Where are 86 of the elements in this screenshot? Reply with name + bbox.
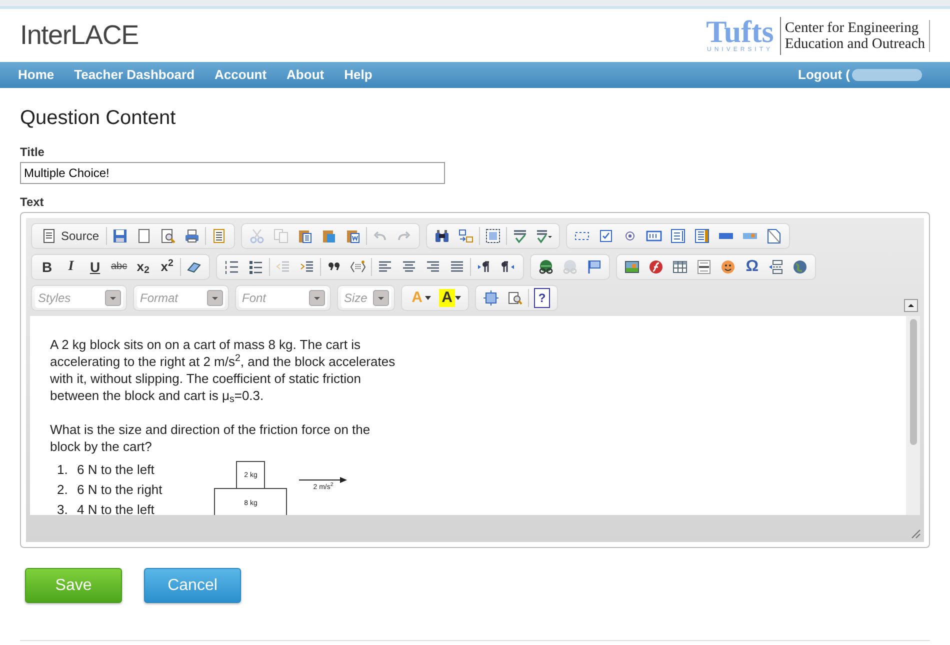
clipboard-icon[interactable]: [297, 228, 314, 244]
logo-wordmark: Tufts: [706, 18, 774, 46]
nav-link[interactable]: Help: [334, 65, 382, 85]
page-heading: Question Content: [20, 106, 177, 130]
title-input[interactable]: Multiple Choice!: [20, 162, 445, 184]
toolbar-dropdown[interactable]: Font: [239, 288, 327, 308]
special-character-button[interactable]: Ω: [744, 258, 760, 276]
arrow-icon: [299, 477, 348, 483]
choice-number: 3.: [57, 501, 69, 515]
smiley-icon[interactable]: [720, 259, 736, 275]
table-icon[interactable]: [672, 259, 688, 275]
toolbar-dropdown[interactable]: Styles: [35, 288, 123, 308]
bold-button[interactable]: B: [39, 258, 55, 276]
strikethrough-button[interactable]: abc: [111, 258, 128, 276]
show-blocks-icon[interactable]: [507, 290, 523, 306]
right-to-left-icon[interactable]: [500, 259, 516, 275]
spellcheck-icon[interactable]: [512, 228, 528, 244]
caret-icon[interactable]: [455, 296, 461, 300]
page-break-icon[interactable]: [768, 259, 784, 275]
dropdown-placeholder: Size: [344, 290, 368, 307]
save-button[interactable]: Save: [25, 568, 122, 603]
list-box-icon[interactable]: [694, 228, 710, 244]
answer-choice: 4 N to the left: [77, 501, 154, 515]
text-field-icon[interactable]: [646, 228, 662, 244]
field-label: Text: [20, 194, 45, 211]
page-magnifier-icon[interactable]: [160, 228, 176, 244]
text-area-icon[interactable]: [670, 228, 686, 244]
choice-number: 1.: [57, 461, 69, 478]
superscript-button[interactable]: x$^{2}$: [159, 258, 176, 276]
printer-icon[interactable]: [184, 228, 200, 244]
source-button[interactable]: Source: [39, 227, 102, 245]
question-paragraph: What is the size and direction of the friction force on the block by the cart?: [50, 421, 372, 455]
question-paragraph: A 2 kg block sits on on a cart of mass 8 kg. The cart is accelerating to the right at 2 m/s$^{2}$, and the block accelerates with it, without slipping. The coefficient of static friction between the block and cart is μ$_{s}$=0.3.: [50, 336, 396, 404]
caret-icon[interactable]: [105, 290, 121, 306]
app-title: InterLACE: [20, 19, 138, 52]
nav-link[interactable]: Teacher Dashboard: [64, 65, 205, 85]
text-color-button[interactable]: A: [409, 289, 425, 307]
help-button[interactable]: ?: [534, 288, 550, 308]
nav-link[interactable]: About: [276, 65, 334, 85]
clipboard-document-icon[interactable]: [345, 228, 362, 244]
page-lines-icon[interactable]: [211, 228, 228, 244]
dropdown-placeholder: Font: [242, 290, 266, 307]
answer-choice: 6 N to the left: [77, 461, 154, 478]
select-all-icon[interactable]: [485, 228, 502, 244]
caret-icon[interactable]: [373, 290, 389, 306]
picture-icon[interactable]: [624, 259, 640, 275]
numbered-list-icon[interactable]: [224, 259, 240, 275]
flash-icon[interactable]: [648, 259, 664, 275]
document-icon: [41, 228, 57, 244]
background-color-button[interactable]: A: [439, 289, 455, 307]
hidden-field-icon[interactable]: [766, 228, 782, 244]
subscript-button[interactable]: x$_{2}$: [135, 258, 152, 276]
maximize-icon[interactable]: [483, 290, 499, 306]
underline-button[interactable]: U: [87, 258, 103, 276]
caret-icon[interactable]: [309, 290, 325, 306]
spellcheck-dropdown-icon[interactable]: [536, 228, 552, 244]
logout-link[interactable]: Logout (: [798, 65, 850, 85]
cancel-button[interactable]: Cancel: [144, 568, 241, 603]
bulleted-list-icon[interactable]: [248, 259, 264, 275]
dropdown-placeholder: Styles: [38, 290, 71, 307]
resize-grip-icon[interactable]: [909, 527, 921, 539]
checkbox-icon[interactable]: [598, 228, 614, 244]
caret-icon[interactable]: [207, 290, 223, 306]
binoculars-icon[interactable]: [434, 228, 450, 244]
italic-button[interactable]: I: [63, 258, 79, 276]
collapse-toolbar-icon[interactable]: [904, 299, 918, 312]
flag-icon[interactable]: [586, 259, 602, 275]
nav-link[interactable]: Home: [8, 65, 64, 85]
clipboard-text-icon[interactable]: [321, 228, 338, 244]
globe-icon[interactable]: [792, 259, 808, 275]
div-container-icon[interactable]: [350, 259, 366, 275]
field-label: Title: [20, 144, 46, 161]
choice-number: 2.: [57, 481, 69, 498]
blurred-username: [852, 69, 922, 81]
toolbar-dropdown[interactable]: Size: [341, 288, 391, 308]
globe-link-icon[interactable]: [538, 259, 554, 275]
replace-icon[interactable]: [458, 228, 474, 244]
toolbar-dropdown[interactable]: Format: [137, 288, 225, 308]
answer-choice: 6 N to the right: [77, 481, 162, 498]
dropdown-placeholder: Format: [140, 290, 178, 307]
logo-tagline: Center for Engineering: [784, 20, 920, 36]
caret-icon[interactable]: [425, 296, 431, 300]
nav-link[interactable]: Account: [204, 65, 277, 85]
logo-tagline: Education and Outreach: [784, 36, 925, 52]
blank-page-icon[interactable]: [136, 228, 152, 244]
scrollbar[interactable]: [906, 316, 920, 515]
